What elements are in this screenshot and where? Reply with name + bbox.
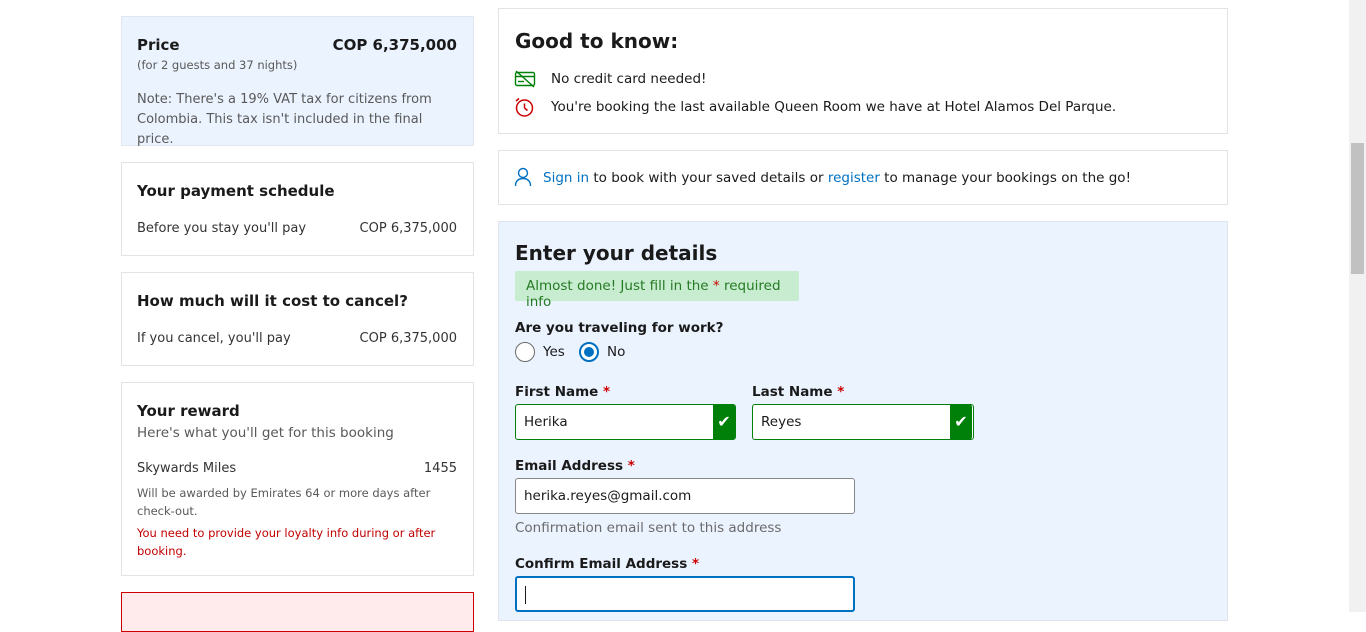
email-label-text: Email Address <box>515 458 624 474</box>
work-travel-yes-radio[interactable] <box>515 342 535 362</box>
email-label: Email Address * <box>515 458 635 474</box>
work-travel-no-radio[interactable] <box>579 342 599 362</box>
reward-miles: 1455 <box>423 461 457 476</box>
no-credit-card-icon <box>514 70 536 88</box>
page-scrollbar-thumb[interactable] <box>1351 143 1364 274</box>
first-name-required-star: * <box>603 384 611 400</box>
sign-in-text-middle: to book with your saved details or <box>593 170 824 186</box>
confirm-email-label: Confirm Email Address * <box>515 556 699 572</box>
confirm-email-required-star: * <box>691 556 700 572</box>
enter-details-title: Enter your details <box>515 241 718 265</box>
email-input[interactable]: herika.reyes@gmail.com <box>515 478 855 514</box>
no-credit-card-text: No credit card needed! <box>551 71 707 87</box>
clock-alarm-icon <box>514 97 535 118</box>
payment-schedule-amount: COP 6,375,000 <box>359 221 457 236</box>
last-name-required-star: * <box>837 384 845 400</box>
reward-subtitle: Here's what you'll get for this booking <box>137 425 394 441</box>
good-to-know-title: Good to know: <box>515 29 679 53</box>
banner-required-star: * <box>712 278 720 294</box>
cancellation-cost-box <box>121 272 474 366</box>
required-info-banner: Almost done! Just fill in the * required… <box>515 271 799 310</box>
last-name-valid-check-icon: ✔ <box>950 404 972 440</box>
payment-schedule-label: Before you stay you'll pay <box>137 221 307 236</box>
payment-schedule-title: Your payment schedule <box>137 182 335 200</box>
sign-in-text-end: to manage your bookings on the go! <box>884 170 1131 186</box>
sign-in-link[interactable]: Sign in <box>543 170 589 186</box>
loyalty-warning: You need to provide your loyalty info du… <box>137 526 436 558</box>
first-name-valid-check-icon: ✔ <box>713 404 735 440</box>
price-amount: COP 6,375,000 <box>332 36 457 54</box>
register-link[interactable]: register <box>828 170 880 186</box>
last-name-label: Last Name * <box>752 384 844 400</box>
cancellation-title: How much will it cost to cancel? <box>137 292 408 310</box>
reward-title: Your reward <box>137 402 240 420</box>
page-scrollbar-track[interactable] <box>1349 0 1366 612</box>
price-subtitle: (for 2 guests and 37 nights) <box>137 58 298 72</box>
first-name-input[interactable]: Herika <box>515 404 736 440</box>
banner-text-prefix: Almost done! Just fill in the <box>526 278 709 294</box>
work-travel-no-label[interactable]: No <box>607 344 625 360</box>
payment-schedule-box <box>121 162 474 256</box>
confirm-email-label-text: Confirm Email Address <box>515 556 688 572</box>
first-name-label-text: First Name <box>515 384 599 400</box>
email-required-star: * <box>627 458 635 474</box>
vat-note: Note: There's a 19% VAT tax for citizens… <box>137 92 432 147</box>
first-name-label: First Name * <box>515 384 610 400</box>
alert-box <box>121 592 474 632</box>
work-travel-question: Are you traveling for work? <box>515 320 724 336</box>
work-travel-yes-label[interactable]: Yes <box>543 344 565 360</box>
reward-awarded-note: Will be awarded by Emirates 64 or more d… <box>137 486 431 518</box>
last-name-label-text: Last Name <box>752 384 833 400</box>
email-helper-text: Confirmation email sent to this address <box>515 520 782 536</box>
last-room-text: You're booking the last available Queen … <box>551 99 1117 115</box>
text-cursor <box>525 586 526 604</box>
sign-in-line: Sign in to book with your saved details … <box>543 170 1131 186</box>
cancellation-label: If you cancel, you'll pay <box>137 331 291 346</box>
last-name-input[interactable]: Reyes <box>752 404 974 440</box>
confirm-email-input[interactable] <box>515 576 855 612</box>
user-icon <box>514 167 532 187</box>
cancellation-amount: COP 6,375,000 <box>359 331 457 346</box>
reward-program: Skywards Miles <box>137 461 237 476</box>
price-title: Price <box>137 36 180 54</box>
